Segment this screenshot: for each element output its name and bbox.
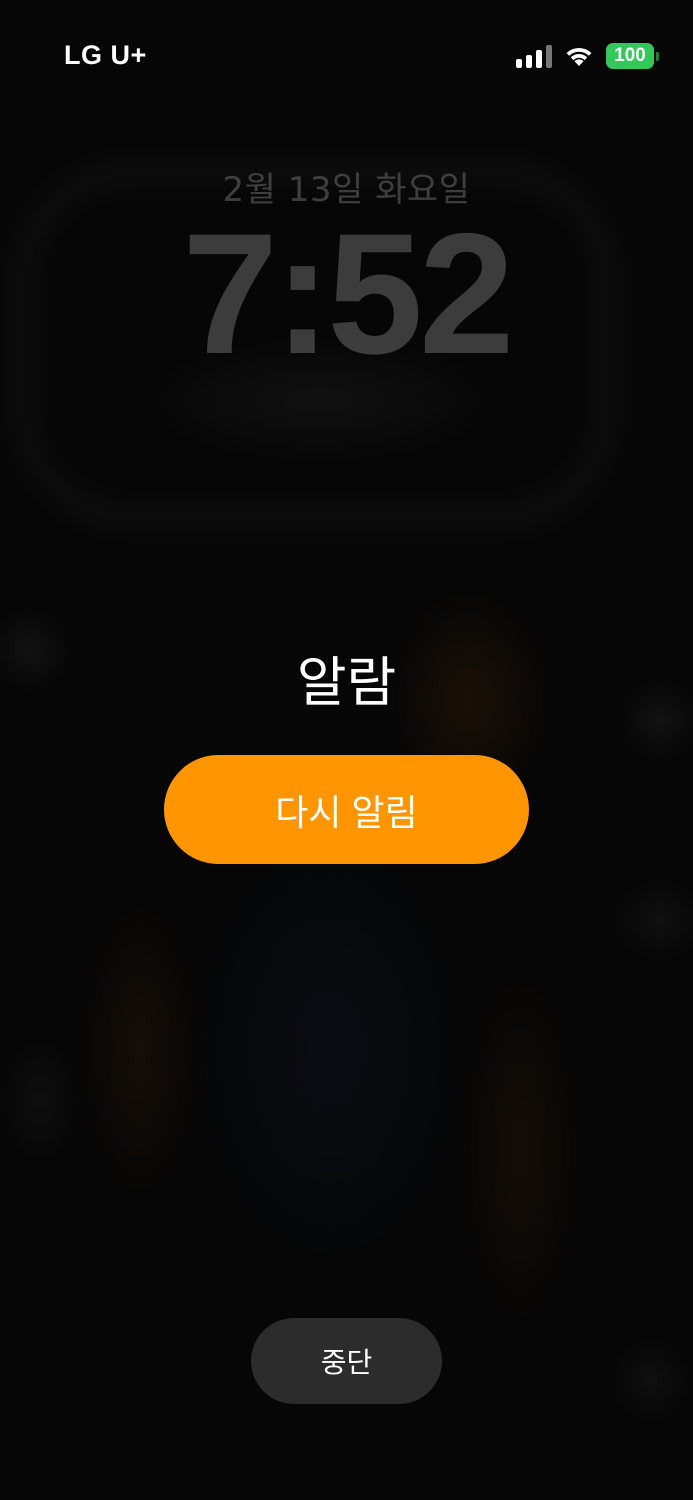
status-icons: 100 — [516, 40, 659, 72]
stop-button-label: 중단 — [320, 1346, 373, 1379]
status-bar: LG U+ 100 — [0, 0, 693, 110]
battery-level: 100 — [606, 43, 654, 69]
snooze-button-label: 다시 알림 — [275, 791, 418, 833]
carrier-name: LG U+ — [64, 40, 147, 70]
stop-button[interactable]: 중단 — [251, 1318, 442, 1404]
lock-screen-time: 7:52 — [182, 198, 514, 390]
cellular-signal-icon — [516, 44, 552, 68]
lock-screen: LG U+ 100 2월 13일 화요일 7:52 알람 다시 알림 중단 — [0, 0, 693, 1500]
alarm-title: 알람 — [296, 651, 397, 714]
battery-cap — [656, 51, 659, 61]
wifi-icon — [566, 47, 592, 66]
battery-icon: 100 — [606, 43, 659, 69]
snooze-button[interactable]: 다시 알림 — [164, 755, 529, 864]
